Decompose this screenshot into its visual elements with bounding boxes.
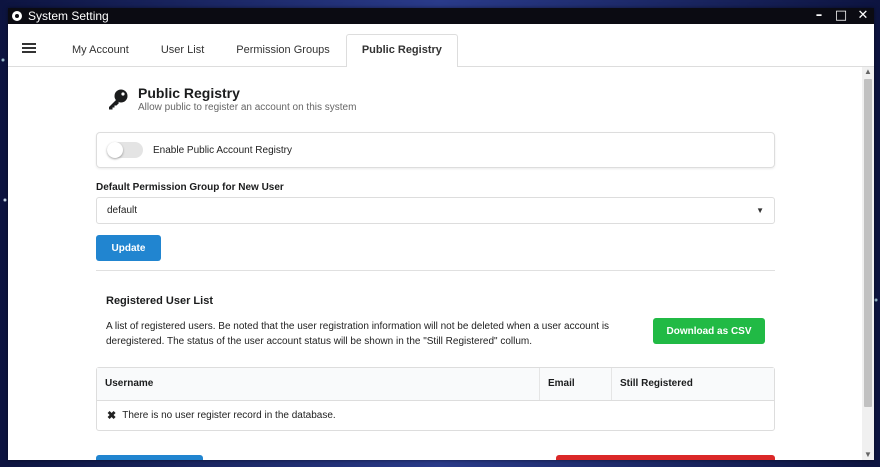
tab-bar: My Account User List Permission Groups P… [8, 34, 874, 67]
default-group-value: default [107, 205, 138, 216]
partially-visible-red-button[interactable] [556, 455, 775, 460]
hamburger-menu-icon[interactable] [22, 41, 36, 55]
update-button[interactable]: Update [96, 235, 161, 261]
enable-registry-label: Enable Public Account Registry [153, 144, 292, 156]
default-group-label: Default Permission Group for New User [96, 182, 284, 193]
page-title: Public Registry [138, 85, 240, 101]
system-setting-window: System Setting – □ ✕ My Account User Lis… [8, 8, 874, 460]
table-header: Username Email Still Registered [97, 368, 774, 401]
app-icon [12, 11, 22, 21]
registered-users-title: Registered User List [106, 295, 213, 307]
close-button[interactable]: ✕ [852, 8, 874, 24]
settings-content: Public Registry Allow public to register… [8, 67, 862, 460]
column-email[interactable]: Email [540, 368, 612, 400]
column-username[interactable]: Username [97, 368, 540, 400]
registered-users-description: A list of registered users. Be noted tha… [106, 321, 610, 347]
download-csv-button[interactable]: Download as CSV [653, 318, 765, 344]
default-group-select[interactable]: default ▼ [96, 197, 775, 224]
title-bar[interactable]: System Setting – □ ✕ [8, 8, 874, 24]
empty-message: There is no user register record in the … [122, 410, 336, 421]
window-title: System Setting [28, 9, 109, 23]
minimize-button[interactable]: – [808, 8, 830, 24]
empty-table-row: ✖ There is no user register record in th… [97, 401, 774, 430]
tab-public-registry[interactable]: Public Registry [345, 34, 458, 67]
page-subtitle: Allow public to register an account on t… [138, 102, 357, 113]
scrollbar-thumb[interactable] [864, 79, 872, 407]
enable-registry-toggle[interactable] [107, 142, 143, 158]
vertical-scrollbar[interactable]: ▲ ▼ [862, 67, 874, 460]
registry-toggle-card: Enable Public Account Registry [96, 132, 775, 168]
section-divider [96, 270, 775, 271]
tab-user-list[interactable]: User List [145, 34, 220, 66]
page-header: Public Registry Allow public to register… [96, 85, 775, 113]
times-icon: ✖ [107, 410, 117, 422]
partially-visible-blue-button[interactable] [96, 455, 203, 460]
tab-permission-groups[interactable]: Permission Groups [220, 34, 346, 66]
registered-users-table: Username Email Still Registered ✖ There … [96, 367, 775, 431]
column-still-registered[interactable]: Still Registered [612, 368, 774, 400]
key-icon [109, 89, 128, 110]
tab-my-account[interactable]: My Account [56, 34, 145, 66]
caret-down-icon: ▼ [756, 206, 764, 215]
scroll-up-icon[interactable]: ▲ [864, 67, 872, 77]
maximize-button[interactable]: □ [830, 8, 852, 24]
scroll-down-icon[interactable]: ▼ [864, 450, 872, 460]
